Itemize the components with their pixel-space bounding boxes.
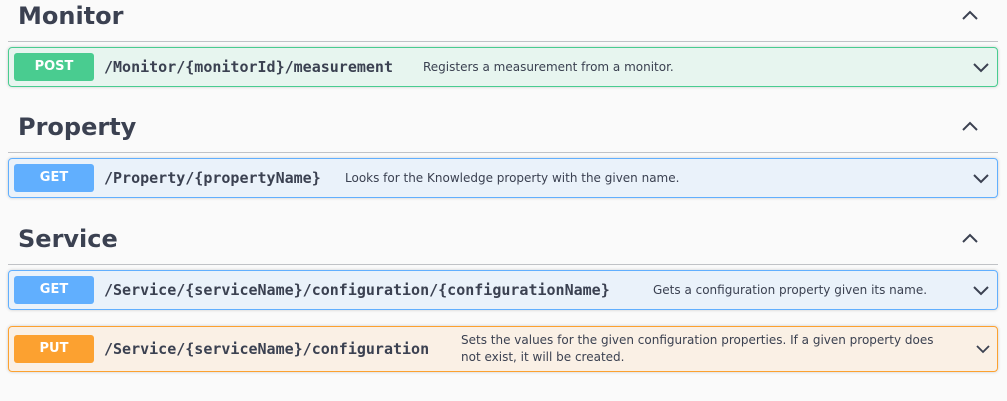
operation-path: /Monitor/{monitorId}/measurement — [104, 58, 393, 76]
chevron-down-icon[interactable] — [971, 280, 991, 300]
operation-get-property[interactable]: GET /Property/{propertyName} Looks for t… — [8, 158, 998, 198]
tag-title: Property — [18, 113, 137, 141]
chevron-down-icon[interactable] — [975, 339, 995, 359]
operation-put-service-configuration[interactable]: PUT /Service/{serviceName}/configuration… — [8, 326, 998, 372]
chevron-down-icon[interactable] — [971, 168, 991, 188]
operation-post-monitor-measurement[interactable]: POST /Monitor/{monitorId}/measurement Re… — [8, 47, 998, 87]
tag-header-service[interactable]: Service — [8, 223, 998, 265]
tag-header-property[interactable]: Property — [8, 111, 998, 153]
chevron-up-icon[interactable] — [960, 6, 980, 26]
operation-summary: Registers a measurement from a monitor. — [423, 60, 674, 74]
method-badge: GET — [14, 164, 94, 192]
chevron-down-icon[interactable] — [971, 57, 991, 77]
method-badge: GET — [14, 276, 94, 304]
tag-title: Service — [18, 225, 118, 253]
chevron-up-icon[interactable] — [960, 229, 980, 249]
method-badge: PUT — [14, 335, 94, 363]
operation-summary-line-2: not exist, it will be created. — [461, 350, 625, 364]
tag-title: Monitor — [18, 2, 124, 30]
operation-path: /Property/{propertyName} — [104, 169, 321, 187]
operation-get-service-configuration[interactable]: GET /Service/{serviceName}/configuration… — [8, 270, 998, 310]
operation-path: /Service/{serviceName}/configuration/{co… — [104, 281, 610, 299]
operation-path: /Service/{serviceName}/configuration — [104, 340, 430, 358]
operation-summary-line-1: Sets the values for the given configurat… — [461, 333, 934, 347]
chevron-up-icon[interactable] — [960, 117, 980, 137]
operation-summary: Gets a configuration property given its … — [653, 283, 928, 297]
tag-header-monitor[interactable]: Monitor — [8, 0, 998, 42]
method-badge: POST — [14, 53, 94, 81]
operation-summary: Looks for the Knowledge property with th… — [345, 171, 680, 185]
